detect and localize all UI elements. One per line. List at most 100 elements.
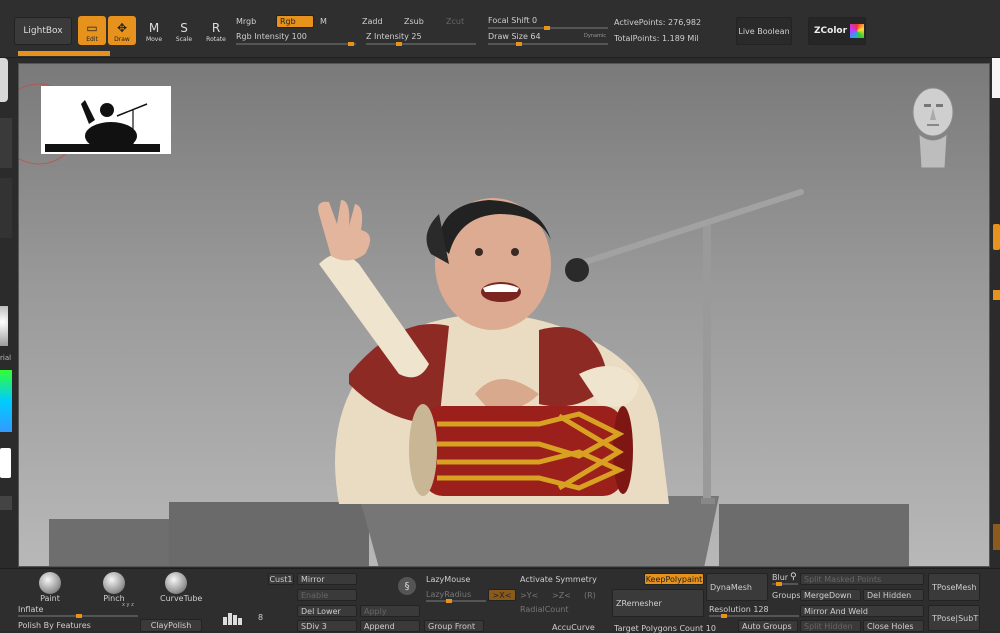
zcut-button[interactable]: Zcut [446, 17, 464, 26]
split-hidden-button[interactable]: Split Hidden [800, 620, 861, 632]
move-tool-button[interactable]: M Move [140, 16, 168, 45]
polish-by-features-label[interactable]: Polish By Features [18, 621, 91, 630]
tool-label: Move [145, 36, 163, 43]
resolution-slider[interactable]: Resolution 128 [709, 605, 769, 614]
radial-count-slider[interactable]: RadialCount [520, 605, 568, 614]
auto-groups-button[interactable]: Auto Groups [738, 620, 798, 632]
enable-button[interactable]: Enable [297, 589, 357, 601]
brush-label: Paint [40, 594, 60, 603]
claypolish-button[interactable]: ClayPolish [140, 619, 202, 632]
z-intensity-value: 25 [411, 32, 422, 41]
merge-down-button[interactable]: MergeDown [800, 589, 861, 601]
rgb-intensity-slider[interactable]: Rgb Intensity 100 [236, 32, 356, 46]
draw-tool-button[interactable]: ✥ Draw [108, 16, 136, 45]
zremesher-button[interactable]: ZRemesher [612, 589, 704, 617]
scale-tool-button[interactable]: S Scale [170, 16, 198, 45]
subtool-icon[interactable] [222, 611, 244, 625]
lazymouse-icon[interactable]: § [398, 577, 416, 595]
material-label: rial [0, 354, 12, 362]
inflate-slider[interactable] [18, 614, 138, 618]
right-shelf-thumbnail[interactable] [992, 58, 1000, 98]
live-boolean-button[interactable]: Live Boolean [736, 17, 792, 45]
inflate-axes: x y z [122, 602, 134, 608]
split-masked-points-button[interactable]: Split Masked Points [800, 573, 924, 585]
edit-tool-button[interactable]: ▭ Edit [78, 16, 106, 45]
keep-polypaint-button[interactable]: KeepPolypaint [644, 573, 704, 585]
draw-size-value: 64 [530, 32, 541, 41]
curvetube-brush-icon [165, 572, 187, 594]
right-shelf [992, 58, 1000, 568]
symmetry-z-button[interactable]: >Z< [552, 591, 571, 600]
symmetry-x-button[interactable]: >X< [488, 589, 516, 601]
lightbox-button[interactable]: LightBox [14, 17, 72, 45]
lazymouse-button[interactable]: LazyMouse [426, 575, 470, 584]
stage-platform [49, 496, 909, 566]
blur-search-icon[interactable]: ⚲ [790, 572, 797, 582]
symmetry-y-button[interactable]: >Y< [520, 591, 538, 600]
stroke-thumbnail[interactable] [0, 118, 12, 168]
z-intensity-slider[interactable]: Z Intensity 25 [366, 32, 476, 46]
right-shelf-orange-small[interactable] [993, 290, 1000, 300]
drum[interactable] [409, 404, 633, 496]
tpose-subt-button[interactable]: TPose|SubT [928, 605, 980, 631]
mirror-button[interactable]: Mirror [297, 573, 357, 585]
mrgb-button[interactable]: Mrgb [236, 17, 256, 26]
groups-toggle[interactable]: Groups [772, 591, 801, 600]
rgb-button[interactable]: Rgb [276, 15, 314, 28]
sculpt-viewport[interactable] [19, 64, 990, 567]
lazyradius-track[interactable] [426, 599, 486, 603]
draw-icon: ✥ [116, 21, 128, 35]
focal-shift-slider[interactable]: Focal Shift 0 [488, 16, 608, 30]
lazyradius-slider[interactable]: LazyRadius [426, 590, 471, 599]
color-picker[interactable] [0, 370, 12, 432]
symmetry-radial-button[interactable]: (R) [584, 591, 596, 600]
focal-shift-value: 0 [532, 16, 538, 25]
zsub-button[interactable]: Zsub [404, 17, 424, 26]
paint-brush-icon [39, 572, 61, 594]
append-button[interactable]: Append [360, 620, 420, 632]
tool-label: Draw [114, 36, 130, 43]
tool-label: Rotate [206, 36, 226, 43]
blur-slider[interactable]: Blur [772, 573, 788, 582]
z-intensity-label: Z Intensity [366, 32, 409, 41]
focal-shift-label: Focal Shift [488, 16, 530, 25]
viewport-canvas[interactable] [18, 63, 990, 567]
brush-thumbnail[interactable] [0, 58, 8, 102]
dynamesh-button[interactable]: DynaMesh [706, 573, 768, 601]
brush-curvetube[interactable]: CurveTube [160, 572, 202, 603]
tool-label: Edit [86, 36, 98, 43]
bottom-shelf: Paint Pinch CurveTube Inflate x y z Polish… [0, 568, 1000, 633]
m-button[interactable]: M [320, 17, 327, 26]
cust1-button[interactable]: Cust1 [268, 573, 294, 585]
resolution-track[interactable] [709, 614, 799, 618]
brush-pinch[interactable]: Pinch [98, 572, 130, 603]
material-thumbnail[interactable] [0, 306, 8, 346]
del-lower-button[interactable]: Del Lower [297, 605, 357, 617]
zadd-button[interactable]: Zadd [362, 17, 383, 26]
activate-symmetry-button[interactable]: Activate Symmetry [520, 575, 597, 584]
blur-track[interactable] [772, 582, 798, 586]
total-points-readout: TotalPoints: 1.189 Mil [614, 34, 699, 43]
dynamic-toggle[interactable]: Dynamic [584, 33, 606, 39]
target-polygons-slider[interactable]: Target Polygons Count 10 [614, 624, 716, 633]
rgb-intensity-value: 100 [291, 32, 307, 41]
main-color-swatch[interactable] [0, 448, 11, 478]
close-holes-button[interactable]: Close Holes [863, 620, 924, 632]
right-shelf-orange-toggle[interactable] [993, 224, 1000, 250]
right-shelf-brown-toggle[interactable] [993, 524, 1000, 550]
secondary-color-swatch[interactable] [0, 496, 12, 510]
mirror-and-weld-button[interactable]: Mirror And Weld [800, 605, 924, 617]
group-front-button[interactable]: Group Front [424, 620, 484, 632]
zcolor-button[interactable]: ZColor [808, 17, 866, 45]
orientation-head-gizmo[interactable] [912, 87, 954, 169]
apply-button[interactable]: Apply [360, 605, 420, 617]
zcolor-icon [850, 24, 865, 38]
brush-paint[interactable]: Paint [34, 572, 66, 603]
sdiv-slider[interactable]: SDiv 3 [297, 620, 357, 632]
tposemesh-button[interactable]: TPoseMesh [928, 573, 980, 601]
rotate-tool-button[interactable]: R Rotate [202, 16, 230, 45]
pinch-brush-icon [103, 572, 125, 594]
alpha-thumbnail[interactable] [0, 178, 12, 238]
del-hidden-button[interactable]: Del Hidden [863, 589, 924, 601]
left-shelf: rial [0, 58, 13, 568]
